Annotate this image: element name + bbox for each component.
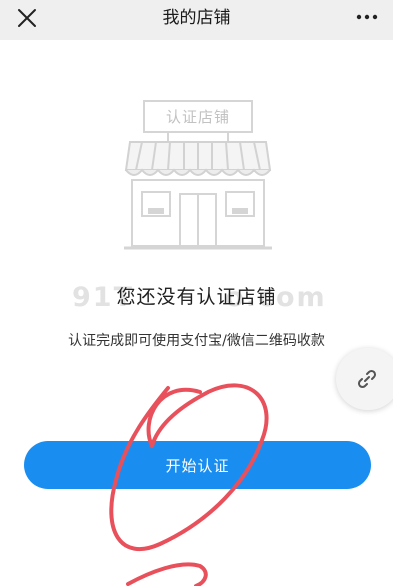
floating-link-button[interactable]: [336, 348, 393, 410]
empty-state-subtitle: 认证完成即可使用支付宝/微信二维码收款: [68, 333, 325, 349]
page-title: 我的店铺: [162, 8, 231, 28]
navbar: 我的店铺: [0, 0, 393, 40]
shop-sign-text: 认证店铺: [165, 108, 230, 126]
more-dots-icon[interactable]: [355, 9, 379, 25]
empty-state-title: 您还没有认证店铺: [116, 286, 277, 308]
start-verification-button[interactable]: 开始认证: [24, 441, 371, 489]
link-icon: [357, 369, 377, 389]
